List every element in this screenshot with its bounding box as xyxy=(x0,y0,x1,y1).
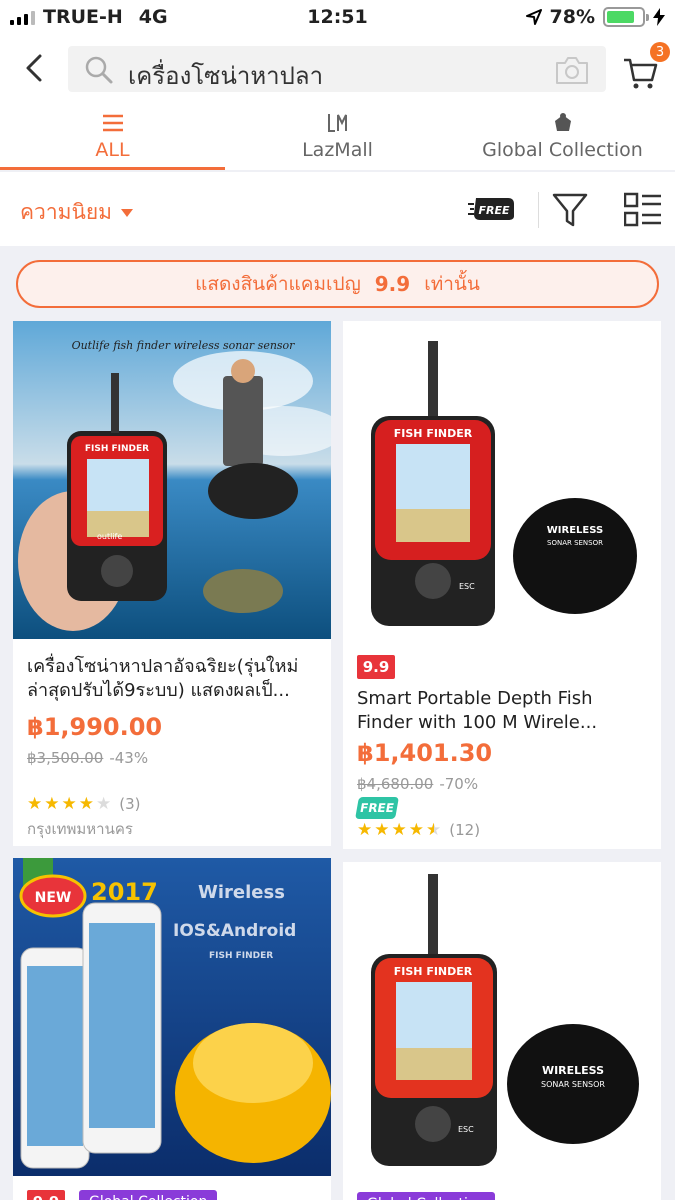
search-input[interactable]: เครื่องโซน่าหาปลา xyxy=(68,46,606,92)
tab-lazmall[interactable]: LazMall xyxy=(225,102,450,170)
search-icon xyxy=(85,56,113,84)
search-query: เครื่องโซน่าหาปลา xyxy=(128,62,324,90)
filter-icon[interactable] xyxy=(552,192,588,228)
rating: ★ ★ ★ ★ ★ (12) xyxy=(357,820,480,840)
sensor-label: WIRELESS xyxy=(547,525,603,536)
sort-dropdown[interactable]: ความนิยม xyxy=(20,196,134,229)
wireless-label: Wireless xyxy=(198,882,285,903)
lazmall-icon xyxy=(327,114,347,132)
campaign-highlight: 9.9 xyxy=(374,272,411,296)
device-esc-label: ESC xyxy=(459,582,475,591)
svg-text:FREE: FREE xyxy=(478,204,509,217)
star-icon: ★ xyxy=(96,794,112,814)
campaign-99-badge: 9.9 xyxy=(357,655,395,679)
new-label: NEW xyxy=(35,890,72,906)
product-image: Outlife fish finder wireless sonar senso… xyxy=(13,321,331,639)
campaign-99-badge: 9.9 xyxy=(27,1190,65,1200)
year-label: 2017 xyxy=(91,878,158,906)
product-image: NEW 2017 Wireless IOS&Android FISH FINDE… xyxy=(13,858,331,1176)
product-card[interactable]: FISH FINDER ESC WIRELESS SONAR SENSOR Gl… xyxy=(343,862,661,1200)
tab-all-label: ALL xyxy=(95,139,130,161)
original-price: ฿3,500.00 -43% xyxy=(27,749,148,767)
star-icon: ★ xyxy=(374,820,390,840)
star-icon: ★ xyxy=(357,820,373,840)
original-price-value: ฿4,680.00 xyxy=(357,775,434,793)
review-count: (12) xyxy=(449,821,481,839)
location-arrow-icon xyxy=(525,9,542,25)
sensor-label: WIRELESS xyxy=(542,1064,604,1077)
product-price: ฿1,990.00 xyxy=(27,713,163,741)
sort-filter-bar: ความนิยม FREE xyxy=(0,172,675,246)
star-icon: ★ xyxy=(408,820,424,840)
global-collection-badge: Global Collection xyxy=(357,1192,496,1200)
campaign-filter-banner[interactable]: แสดงสินค้าแคมเปญ 9.9 เท่านั้น xyxy=(16,260,659,308)
device-esc-label: ESC xyxy=(458,1125,474,1134)
list-view-icon[interactable] xyxy=(624,192,662,228)
half-star-icon: ★ xyxy=(426,820,442,840)
os-label: IOS&Android xyxy=(173,921,296,941)
discount-percent: -70% xyxy=(439,775,479,793)
original-price: ฿4,680.00 -70% xyxy=(357,775,478,793)
tab-all[interactable]: ALL xyxy=(0,102,225,170)
product-title: เครื่องโซน่าหาปลาอัจฉริยะ(รุ่นใหม่ล่าสุด… xyxy=(27,656,299,701)
product-card[interactable]: Outlife fish finder wireless sonar senso… xyxy=(13,321,331,846)
device-brand-label: FISH FINDER xyxy=(85,444,149,454)
divider xyxy=(538,192,539,228)
star-icon: ★ xyxy=(391,820,407,840)
product-price: ฿1,401.30 xyxy=(357,739,493,767)
search-header: เครื่องโซน่าหาปลา 3 xyxy=(0,36,675,102)
device-brand-label: FISH FINDER xyxy=(394,965,473,978)
product-title: Smart Portable Depth Fish Finder with 10… xyxy=(357,688,598,733)
image-caption: Outlife fish finder wireless sonar senso… xyxy=(72,339,296,352)
star-icon: ★ xyxy=(61,794,77,814)
charging-bolt-icon xyxy=(653,8,665,26)
fish-finder-label: FISH FINDER xyxy=(209,951,273,961)
chevron-left-icon xyxy=(26,54,42,82)
global-collection-badge: Global Collection xyxy=(79,1190,218,1200)
discount-percent: -43% xyxy=(109,749,149,767)
review-count: (3) xyxy=(119,795,141,813)
campaign-prefix: แสดงสินค้าแคมเปญ xyxy=(195,273,361,295)
free-shipping-filter-icon[interactable]: FREE xyxy=(468,194,518,224)
tab-lazmall-label: LazMall xyxy=(302,139,373,161)
free-shipping-badge: FREE xyxy=(355,797,399,819)
rating: ★ ★ ★ ★ ★ (3) xyxy=(27,794,141,814)
sensor-sublabel: SONAR SENSOR xyxy=(541,1080,605,1089)
status-bar: TRUE-H 4G 12:51 78% xyxy=(0,0,675,36)
battery-icon xyxy=(603,7,649,27)
seller-location: กรุงเทพมหานคร xyxy=(27,820,133,838)
product-image: FISH FINDER ESC WIRELESS SONAR SENSOR xyxy=(343,321,661,639)
caret-down-icon xyxy=(120,208,133,217)
star-icon: ★ xyxy=(44,794,60,814)
star-icon: ★ xyxy=(27,794,43,814)
original-price-value: ฿3,500.00 xyxy=(27,749,104,767)
product-image: FISH FINDER ESC WIRELESS SONAR SENSOR xyxy=(343,862,661,1180)
device-logo: outlife xyxy=(97,532,122,541)
cart-count-badge: 3 xyxy=(650,42,670,62)
global-collection-icon xyxy=(554,113,571,131)
device-brand-label: FISH FINDER xyxy=(394,427,473,440)
tab-bar: ALL LazMall Global Collection xyxy=(0,102,675,170)
menu-icon xyxy=(102,114,123,132)
product-card[interactable]: FISH FINDER ESC WIRELESS SONAR SENSOR 9.… xyxy=(343,321,661,849)
sort-label: ความนิยม xyxy=(20,200,112,224)
tab-global-collection[interactable]: Global Collection xyxy=(450,102,675,170)
camera-icon[interactable] xyxy=(554,54,590,86)
sensor-sublabel: SONAR SENSOR xyxy=(547,539,603,547)
battery-percent: 78% xyxy=(549,6,595,28)
product-card[interactable]: NEW 2017 Wireless IOS&Android FISH FINDE… xyxy=(13,858,331,1200)
tab-global-collection-label: Global Collection xyxy=(482,139,643,161)
campaign-suffix: เท่านั้น xyxy=(424,273,480,295)
back-button[interactable] xyxy=(18,50,54,86)
star-icon: ★ xyxy=(78,794,94,814)
